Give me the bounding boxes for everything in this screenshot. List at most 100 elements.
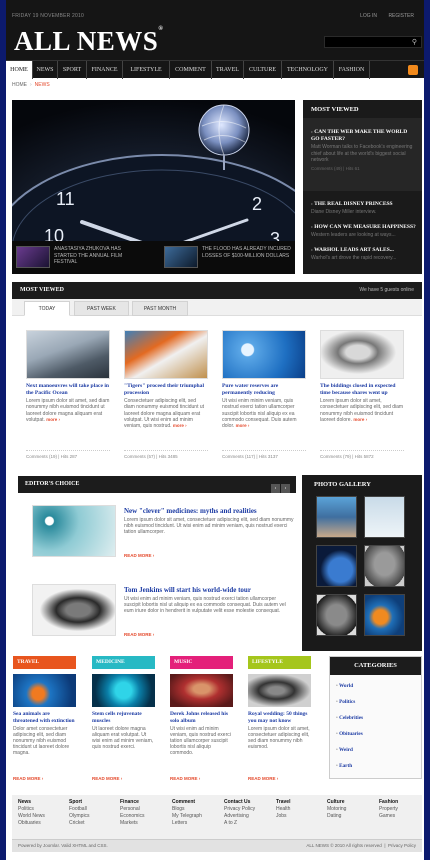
tab-past-week[interactable]: PAST WEEK: [74, 301, 129, 316]
item-title[interactable]: CAN THE WEB MAKE THE WORLD GO FASTER?: [311, 129, 416, 143]
footer-link[interactable]: Privacy Policy: [224, 806, 274, 813]
footer-heading[interactable]: News: [18, 799, 68, 806]
breadcrumb-home[interactable]: HOME: [12, 82, 27, 88]
gallery-thumb[interactable]: [316, 594, 357, 636]
search-input[interactable]: ⚲: [324, 36, 422, 48]
hero-caption[interactable]: THE FLOOD HAS ALREADY INCURED LOSSES OF …: [162, 246, 292, 270]
most-viewed-item[interactable]: WARHOL LEADS ART SALES... Warhol's art d…: [311, 247, 416, 262]
category-world[interactable]: World: [336, 683, 353, 689]
nav-culture[interactable]: CULTURE: [244, 61, 282, 79]
footer-link[interactable]: My Telegraph: [172, 813, 222, 820]
water-bubbles-image[interactable]: [222, 330, 306, 379]
privacy-link[interactable]: Privacy Policy: [388, 843, 416, 848]
footer-link[interactable]: Property: [379, 806, 429, 813]
footer-link[interactable]: World News: [18, 813, 68, 820]
sea-animals-image[interactable]: [13, 674, 76, 707]
read-more-link[interactable]: READ MORE ›: [92, 776, 122, 781]
footer-link[interactable]: Games: [379, 813, 429, 820]
item-title[interactable]: HOW CAN WE MEASURE HAPPINESS?: [311, 224, 416, 231]
tab-today[interactable]: TODAY: [24, 301, 70, 316]
footer-heading[interactable]: Contact Us: [224, 799, 274, 806]
item-title[interactable]: THE REAL DISNEY PRINCESS: [311, 201, 416, 208]
card-title[interactable]: The biddings closed in expected time bec…: [320, 383, 404, 396]
nav-travel[interactable]: TRAVEL: [212, 61, 244, 79]
footer-link[interactable]: Letters: [172, 820, 222, 827]
jet-image[interactable]: [26, 330, 110, 379]
register-link[interactable]: REGISTER: [388, 13, 414, 19]
category-weird[interactable]: Weird: [336, 747, 353, 753]
footer-link[interactable]: Football: [69, 806, 119, 813]
footer-link[interactable]: Olympics: [69, 813, 119, 820]
category-celebrities[interactable]: Celebrities: [336, 715, 363, 721]
footer-link[interactable]: Blogs: [172, 806, 222, 813]
footer-heading[interactable]: Fashion: [379, 799, 429, 806]
more-link[interactable]: more ›: [236, 423, 250, 428]
article-title[interactable]: New "clever" medicines: myths and realit…: [124, 507, 292, 515]
wedding-image[interactable]: [248, 674, 311, 707]
read-more-link[interactable]: READ MORE ›: [124, 632, 154, 637]
section-medicine[interactable]: MEDICINE: [92, 656, 155, 669]
hero-caption[interactable]: ANASTASIYA ZHUKOVA HAS STARTED THE ANNUA…: [14, 246, 144, 270]
stem-cells-image[interactable]: [92, 674, 155, 707]
woman-phone-image[interactable]: [320, 330, 404, 379]
gallery-thumb[interactable]: [364, 496, 405, 538]
footer-link[interactable]: Economics: [120, 813, 170, 820]
next-arrow-icon[interactable]: ›: [281, 484, 290, 493]
most-viewed-item[interactable]: HOW CAN WE MEASURE HAPPINESS? Western le…: [311, 224, 416, 239]
footer-heading[interactable]: Travel: [276, 799, 326, 806]
section-card-title[interactable]: Royal wedding: 50 things you may not kno…: [248, 711, 311, 724]
footer-link[interactable]: Markets: [120, 820, 170, 827]
nav-comment[interactable]: COMMENT: [170, 61, 212, 79]
footer-heading[interactable]: Sport: [69, 799, 119, 806]
search-icon[interactable]: ⚲: [412, 38, 417, 46]
most-viewed-item[interactable]: THE REAL DISNEY PRINCESS Diane Disney Mi…: [311, 201, 416, 216]
login-link[interactable]: LOG IN: [360, 13, 377, 19]
footer-link[interactable]: Dating: [327, 813, 377, 820]
more-link[interactable]: more ›: [353, 417, 367, 422]
footer-heading[interactable]: Culture: [327, 799, 377, 806]
footer-heading[interactable]: Finance: [120, 799, 170, 806]
most-viewed-item[interactable]: CAN THE WEB MAKE THE WORLD GO FASTER? Ma…: [311, 129, 416, 171]
footer-link[interactable]: A to Z: [224, 820, 274, 827]
nav-finance[interactable]: FINANCE: [87, 61, 123, 79]
footer-heading[interactable]: Comment: [172, 799, 222, 806]
more-link[interactable]: more ›: [46, 417, 60, 422]
nav-technology[interactable]: TECHNOLOGY: [282, 61, 334, 79]
read-more-link[interactable]: READ MORE ›: [124, 553, 154, 558]
rss-icon[interactable]: [408, 65, 418, 75]
tab-past-month[interactable]: PAST MONTH: [132, 301, 188, 316]
gallery-thumb[interactable]: [316, 545, 357, 587]
nav-fashion[interactable]: FASHION: [334, 61, 370, 79]
section-card-title[interactable]: Derek Johns released his solo album: [170, 711, 233, 724]
nav-news[interactable]: NEWS: [33, 61, 58, 79]
item-title[interactable]: WARHOL LEADS ART SALES...: [311, 247, 416, 254]
card-title[interactable]: Pure water reserves are permanently redu…: [222, 383, 306, 396]
footer-link[interactable]: Jobs: [276, 813, 326, 820]
nav-home[interactable]: HOME: [6, 61, 33, 79]
section-music[interactable]: MUSIC: [170, 656, 233, 669]
prev-arrow-icon[interactable]: ‹: [271, 484, 280, 493]
section-lifestyle[interactable]: LIFESTYLE: [248, 656, 311, 669]
baseball-image[interactable]: [124, 330, 208, 379]
gallery-thumb[interactable]: [364, 545, 405, 587]
section-travel[interactable]: TRAVEL: [13, 656, 76, 669]
footer-link[interactable]: Cricket: [69, 820, 119, 827]
section-card-title[interactable]: Stem cells rejuvenate muscles: [92, 711, 155, 724]
footer-link[interactable]: Motoring: [327, 806, 377, 813]
footer-link[interactable]: Advertising: [224, 813, 274, 820]
footer-link[interactable]: Health: [276, 806, 326, 813]
category-obituaries[interactable]: Obituaries: [336, 731, 363, 737]
footer-link[interactable]: Personal: [120, 806, 170, 813]
gallery-thumb[interactable]: [364, 594, 405, 636]
category-politics[interactable]: Politics: [336, 699, 355, 705]
singer-image[interactable]: [170, 674, 233, 707]
read-more-link[interactable]: READ MORE ›: [170, 776, 200, 781]
footer-link[interactable]: Obituaries: [18, 820, 68, 827]
card-title[interactable]: "Tigers" proceed their triumphal process…: [124, 383, 208, 396]
section-card-title[interactable]: Sea animals are threatened with extincti…: [13, 711, 76, 724]
pills-image[interactable]: [32, 505, 116, 557]
read-more-link[interactable]: READ MORE ›: [248, 776, 278, 781]
article-title[interactable]: Tom Jenkins will start his world-wide to…: [124, 586, 292, 594]
nav-sport[interactable]: SPORT: [58, 61, 87, 79]
gallery-thumb[interactable]: [316, 496, 357, 538]
